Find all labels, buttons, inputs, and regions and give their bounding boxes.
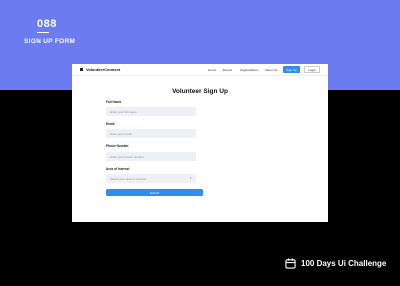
brand-name: VolunteerConnect [86,67,121,72]
nav-link-organizations[interactable]: Organizations [240,68,259,72]
brand-logo-icon [80,68,83,71]
interest-select-value: Select your area of interest [110,176,146,181]
navbar: VolunteerConnect Home Events Organizatio… [72,64,328,76]
interest-select[interactable]: Select your area of interest ⇕ [106,174,196,183]
full-name-input[interactable]: Enter your full name [106,107,196,116]
form-title: Volunteer Sign Up [172,88,228,95]
signup-page-window: VolunteerConnect Home Events Organizatio… [72,64,328,222]
chevron-updown-icon: ⇕ [189,176,192,180]
shot-number: 088 [37,18,57,30]
full-name-label: Full Name [106,100,122,104]
interest-label: Area of Interest [106,167,130,171]
shot-underline [37,32,49,33]
email-input[interactable]: Enter your email [106,129,196,138]
nav-signup-button[interactable]: Sign Up [283,66,300,73]
nav-link-home[interactable]: Home [208,68,216,72]
brand[interactable]: VolunteerConnect [80,67,120,72]
shot-subtitle: SIGN UP FORM [24,38,76,45]
phone-input[interactable]: Enter your phone number [106,152,196,161]
nav-login-button[interactable]: Login [304,66,320,73]
email-label: Email [106,122,115,126]
calendar-icon [285,258,296,269]
challenge-text: 100 Days Ui Challenge [301,259,387,268]
nav-link-about-us[interactable]: About Us [265,68,277,72]
phone-label: Phone Number [106,144,129,148]
nav-link-events[interactable]: Events [223,68,232,72]
challenge-badge: 100 Days Ui Challenge [285,258,386,269]
submit-button[interactable]: Submit [106,189,203,196]
